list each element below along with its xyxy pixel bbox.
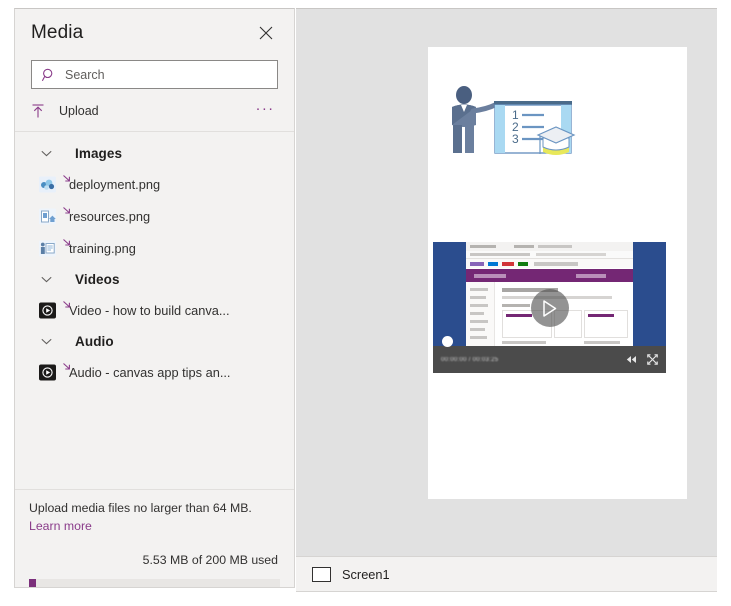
image-file-icon — [37, 238, 58, 259]
panel-footer: Upload media files no larger than 64 MB.… — [15, 489, 294, 587]
canvas-area: 1 2 3 — [296, 8, 717, 556]
chevron-down-icon — [39, 338, 53, 345]
search-glyph — [42, 68, 56, 82]
close-glyph — [259, 26, 273, 40]
play-button[interactable] — [531, 289, 569, 327]
search-input[interactable] — [65, 68, 269, 82]
list-item[interactable]: training.png — [15, 232, 294, 264]
upload-button[interactable]: Upload — [31, 96, 252, 126]
video-scrubber-handle[interactable] — [442, 336, 453, 347]
video-time-label: 00:00:00 / 00:03:25 — [441, 357, 616, 363]
learn-more-link[interactable]: Learn more — [29, 519, 92, 533]
video-controls: 00:00:00 / 00:03:25 — [433, 346, 666, 373]
svg-text:3: 3 — [512, 132, 519, 146]
upload-glyph — [31, 103, 45, 119]
app-screen-canvas[interactable]: 1 2 3 — [428, 47, 687, 499]
chevron-glyph — [41, 150, 52, 157]
search-box[interactable] — [31, 60, 278, 89]
search-icon — [42, 68, 56, 82]
more-options-button[interactable]: ··· — [252, 98, 278, 124]
file-name: training.png — [69, 241, 136, 256]
image-file-glyph — [38, 175, 57, 194]
screen-selector-bar: Screen1 — [296, 556, 717, 592]
image-file-icon — [37, 174, 58, 195]
group-header-audio[interactable]: Audio — [15, 326, 294, 356]
rewind-icon[interactable] — [626, 355, 637, 364]
video-file-icon — [37, 300, 58, 321]
image-file-glyph — [38, 239, 57, 258]
image-file-icon — [37, 206, 58, 227]
rewind-glyph — [626, 355, 637, 364]
chevron-down-icon — [39, 276, 53, 283]
list-item[interactable]: resources.png — [15, 200, 294, 232]
screen-label[interactable]: Screen1 — [342, 567, 390, 582]
group-header-videos[interactable]: Videos — [15, 264, 294, 294]
group-label: Videos — [75, 272, 120, 287]
upload-arrow-icon — [31, 103, 47, 119]
media-panel: Media — [14, 8, 295, 588]
upload-row: Upload ··· — [31, 93, 278, 129]
chevron-glyph — [41, 338, 52, 345]
upload-limit-note: Upload media files no larger than 64 MB. — [29, 500, 280, 517]
list-item[interactable]: deployment.png — [15, 168, 294, 200]
play-triangle-icon — [542, 300, 557, 317]
fullscreen-glyph — [647, 354, 658, 365]
video-player[interactable]: 00:00:00 / 00:03:25 — [433, 242, 666, 373]
chevron-down-icon — [39, 150, 53, 157]
group-label: Images — [75, 146, 122, 161]
file-name: Audio - canvas app tips an... — [69, 365, 230, 380]
group-header-images[interactable]: Images — [15, 138, 294, 168]
storage-progress-fill — [29, 579, 36, 587]
training-illustration[interactable]: 1 2 3 — [442, 83, 592, 171]
list-item[interactable]: Audio - canvas app tips an... — [15, 356, 294, 388]
search-container — [15, 57, 294, 89]
list-item[interactable]: Video - how to build canva... — [15, 294, 294, 326]
file-name: deployment.png — [69, 177, 160, 192]
image-file-glyph — [38, 207, 57, 226]
page-title: Media — [31, 22, 252, 44]
audio-file-icon — [37, 362, 58, 383]
chevron-glyph — [41, 276, 52, 283]
panel-header: Media — [15, 9, 294, 57]
screen-thumbnail-icon[interactable] — [312, 567, 331, 582]
fullscreen-icon[interactable] — [647, 354, 658, 365]
group-label: Audio — [75, 334, 114, 349]
training-illustration-glyph: 1 2 3 — [442, 83, 592, 171]
file-name: Video - how to build canva... — [69, 303, 230, 318]
storage-used-label: 5.53 MB of 200 MB used — [29, 553, 280, 567]
video-file-glyph — [38, 301, 57, 320]
media-panel-app: Media — [0, 0, 731, 606]
close-icon[interactable] — [252, 19, 280, 47]
storage-progress-bar — [29, 579, 280, 587]
audio-file-glyph — [38, 363, 57, 382]
media-file-list: Images — [15, 132, 294, 489]
upload-label: Upload — [59, 104, 99, 118]
file-name: resources.png — [69, 209, 150, 224]
